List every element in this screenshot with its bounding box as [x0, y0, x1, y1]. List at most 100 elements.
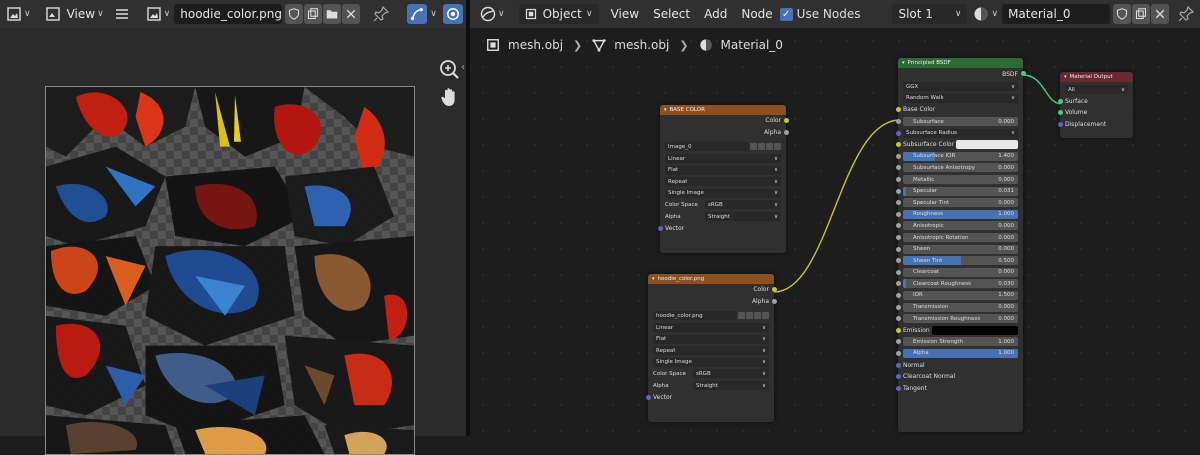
- socket-in[interactable]: [1057, 110, 1063, 116]
- projection-select[interactable]: Flat ∨: [648, 333, 774, 345]
- close-icon[interactable]: [762, 312, 769, 320]
- slider[interactable]: Sheen 0.000: [903, 244, 1018, 254]
- image-editor-area[interactable]: ‹: [0, 28, 466, 455]
- interpolation-select[interactable]: Linear ∨: [660, 153, 786, 165]
- zoom-icon[interactable]: [438, 58, 460, 80]
- extension-select[interactable]: Repeat ∨: [660, 176, 786, 188]
- socket-in[interactable]: [895, 304, 901, 310]
- bsdf-input-slider[interactable]: Anisotropic 0.000: [895, 220, 1023, 232]
- breadcrumb-item-mesh[interactable]: mesh.obj: [592, 38, 669, 52]
- bsdf-input-slider[interactable]: Roughness 1.000: [895, 209, 1023, 221]
- input-emission-strength[interactable]: Emission Strength 1.000: [895, 336, 1023, 348]
- socket-bsdf-out[interactable]: [1020, 71, 1026, 77]
- slider[interactable]: Clearcoat 0.000: [903, 267, 1018, 277]
- shield-icon[interactable]: [738, 312, 745, 320]
- close-icon[interactable]: [774, 143, 781, 151]
- slider[interactable]: Anisotropic 0.000: [903, 221, 1018, 231]
- bsdf-input-slider[interactable]: Sheen Tint 0.500: [895, 255, 1023, 267]
- node-editor-area[interactable]: mesh.obj ❯ mesh.obj ❯ Material_0 ▾ BASE C…: [470, 28, 1200, 436]
- socket-in[interactable]: [895, 281, 901, 287]
- folder-icon[interactable]: [754, 312, 761, 320]
- bsdf-input-slider[interactable]: Specular 0.031: [895, 185, 1023, 197]
- socket-in[interactable]: [895, 223, 901, 229]
- hamburger-menu-icon[interactable]: [112, 4, 132, 24]
- shield-icon[interactable]: [750, 143, 757, 151]
- socket-in[interactable]: [895, 119, 901, 125]
- slider[interactable]: Specular Tint 0.000: [903, 198, 1018, 208]
- fake-user-button[interactable]: [285, 4, 304, 24]
- socket-vector-in[interactable]: [645, 394, 651, 400]
- color-space-select[interactable]: sRGB ∨: [705, 200, 781, 210]
- bsdf-input-slider[interactable]: Subsurface Anisotropy 0.000: [895, 162, 1023, 174]
- image-name-field[interactable]: hoodie_color.png: [174, 4, 283, 24]
- socket-in[interactable]: [895, 374, 901, 380]
- menu-select[interactable]: Select: [653, 7, 690, 21]
- distribution-select[interactable]: GGX ∨: [898, 81, 1023, 93]
- slider[interactable]: Subsurface IOR 1.400: [903, 151, 1018, 161]
- chevron-down-icon[interactable]: ∨: [430, 9, 437, 19]
- image-selector[interactable]: Image_0: [660, 141, 786, 153]
- input-emission[interactable]: Emission: [895, 324, 1023, 336]
- bsdf-input-slider[interactable]: Clearcoat Roughness 0.030: [895, 278, 1023, 290]
- image-selector[interactable]: hoodie_color.png: [648, 310, 774, 322]
- slider[interactable]: Clearcoat Roughness 0.030: [903, 279, 1018, 289]
- menu-add[interactable]: Add: [704, 7, 727, 21]
- unlink-image-button[interactable]: [342, 4, 361, 24]
- socket-alpha-out[interactable]: [783, 129, 789, 135]
- subsurface-method-select[interactable]: Random Walk ∨: [898, 93, 1023, 105]
- duplicate-icon[interactable]: [758, 143, 765, 151]
- view-menu[interactable]: View: [67, 7, 95, 21]
- folder-icon[interactable]: [766, 143, 773, 151]
- fake-user-button[interactable]: [1113, 4, 1132, 24]
- collapse-icon[interactable]: ▾: [664, 107, 667, 113]
- socket-in[interactable]: [1057, 98, 1063, 104]
- slider[interactable]: Transmission 0.000: [903, 302, 1018, 312]
- image-name[interactable]: Image_0: [665, 142, 749, 152]
- socket-in[interactable]: [895, 316, 901, 322]
- source-select[interactable]: Single Image ∨: [660, 188, 786, 200]
- socket-in[interactable]: [895, 142, 901, 148]
- interpolation-select[interactable]: Linear ∨: [648, 322, 774, 334]
- use-nodes-checkbox[interactable]: ✓: [779, 7, 793, 21]
- menu-node[interactable]: Node: [741, 7, 772, 21]
- input-subsurface[interactable]: Subsurface 0.000: [895, 116, 1023, 128]
- browse-material-button[interactable]: ∨: [971, 4, 1000, 24]
- bsdf-input-slider[interactable]: Sheen 0.000: [895, 243, 1023, 255]
- slider[interactable]: Anisotropic Rotation 0.000: [903, 233, 1018, 243]
- socket-in[interactable]: [895, 350, 901, 356]
- view-mode-button[interactable]: [43, 4, 63, 24]
- duplicate-icon[interactable]: [746, 312, 753, 320]
- bsdf-input-slider[interactable]: Clearcoat 0.000: [895, 267, 1023, 279]
- node-header[interactable]: ▾ Principled BSDF: [898, 58, 1023, 68]
- breadcrumb-item-material[interactable]: Material_0: [699, 38, 783, 52]
- socket-in[interactable]: [895, 327, 901, 333]
- socket-color-out[interactable]: [783, 118, 789, 124]
- bsdf-input-slider[interactable]: Transmission Roughness 0.000: [895, 313, 1023, 325]
- node-header[interactable]: ▾ BASE COLOR: [660, 105, 786, 115]
- image-name[interactable]: hoodie_color.png: [653, 311, 737, 321]
- extension-select[interactable]: Repeat ∨: [648, 345, 774, 357]
- browse-image-button[interactable]: ∨: [144, 4, 173, 24]
- socket-vector-in[interactable]: [657, 225, 663, 231]
- menu-view[interactable]: View: [611, 7, 639, 21]
- input-subsurface-color[interactable]: Subsurface Color: [895, 139, 1023, 151]
- socket-alpha-out[interactable]: [771, 298, 777, 304]
- image-texture-node-base-color[interactable]: ▾ BASE COLOR Color Alpha Image_0 Linear ∨ …: [657, 105, 789, 253]
- bsdf-input-slider[interactable]: Specular Tint 0.000: [895, 197, 1023, 209]
- bsdf-input-slider[interactable]: IOR 1.500: [895, 290, 1023, 302]
- slider[interactable]: Roughness 1.000: [903, 209, 1018, 219]
- socket-in[interactable]: [895, 385, 901, 391]
- projection-select[interactable]: Flat ∨: [660, 164, 786, 176]
- bsdf-input-slider[interactable]: Anisotropic Rotation 0.000: [895, 232, 1023, 244]
- bsdf-input-slider[interactable]: Transmission 0.000: [895, 301, 1023, 313]
- socket-in[interactable]: [895, 153, 901, 159]
- slider[interactable]: Subsurface Anisotropy 0.000: [903, 163, 1018, 173]
- alpha-mode-select[interactable]: Straight ∨: [705, 212, 781, 222]
- material-name-field[interactable]: Material_0: [1002, 4, 1111, 24]
- breadcrumb-item-object[interactable]: mesh.obj: [486, 38, 563, 52]
- slot-select[interactable]: Slot 1 ∨: [892, 4, 968, 24]
- socket-in[interactable]: [895, 362, 901, 368]
- uv-texture-image[interactable]: [45, 86, 415, 455]
- target-select[interactable]: All ∨: [1060, 84, 1133, 96]
- socket-in[interactable]: [895, 246, 901, 252]
